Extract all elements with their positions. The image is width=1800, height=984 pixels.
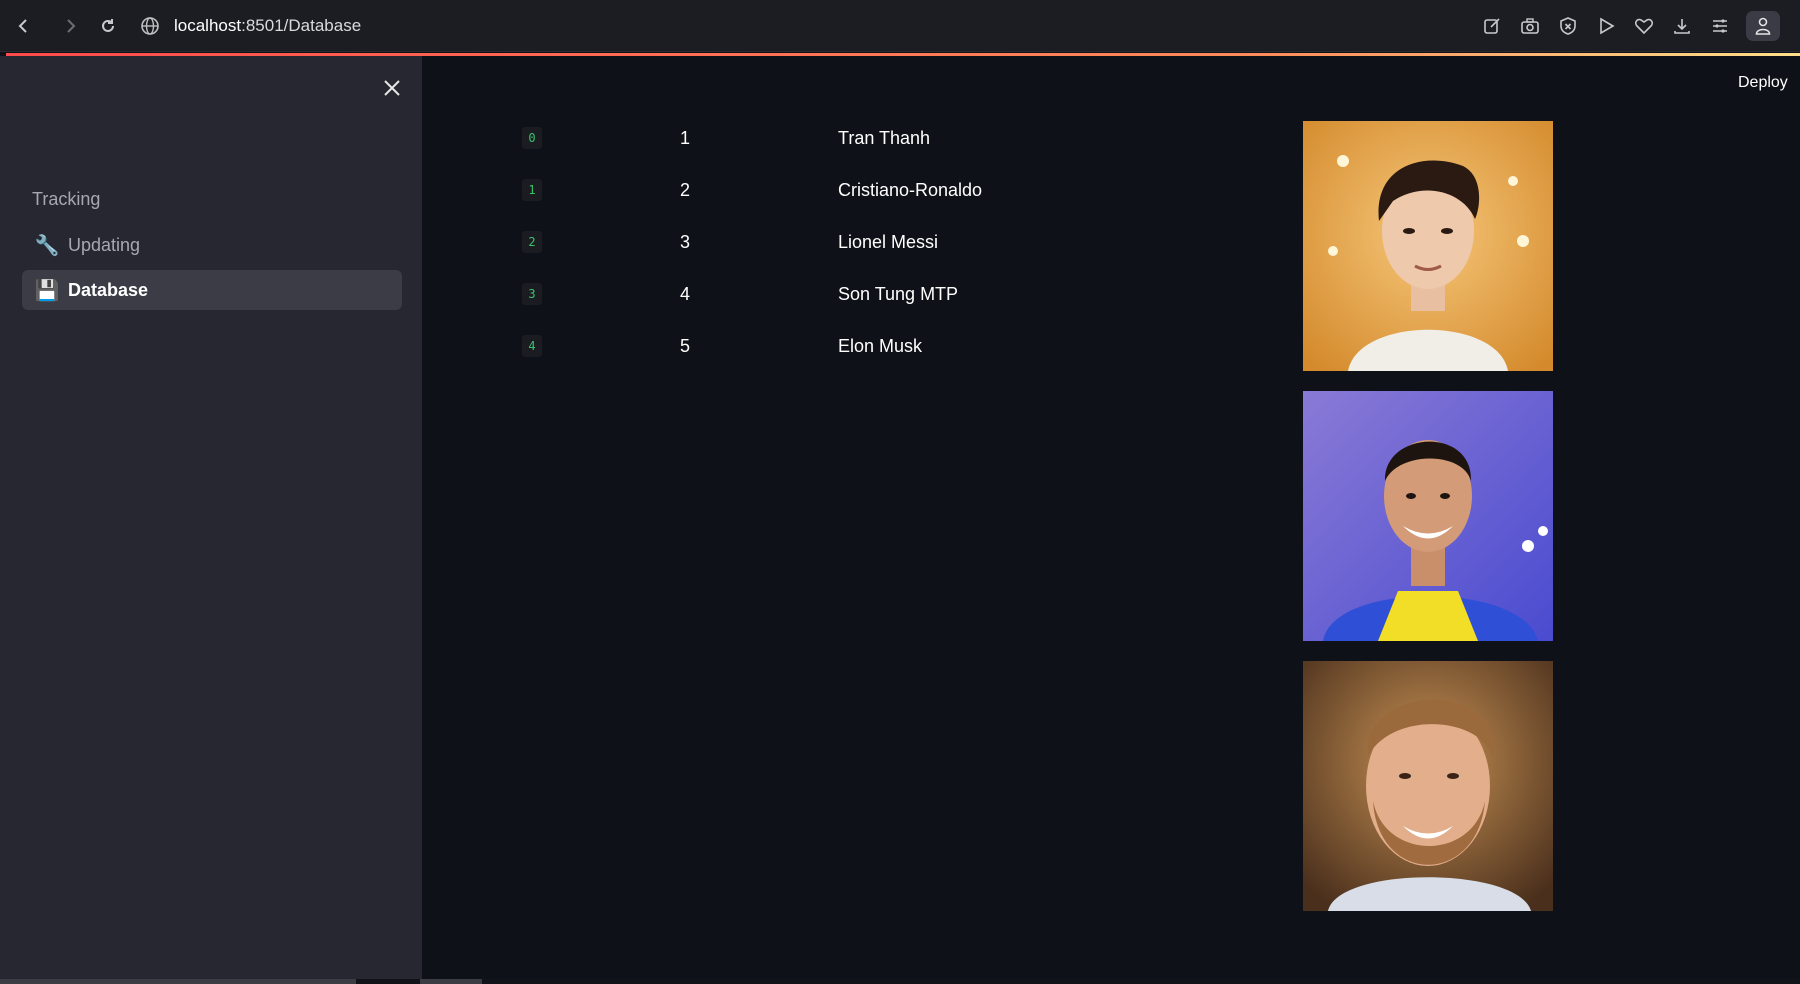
sidebar-scrollbar-thumb[interactable] [0, 979, 356, 984]
wrench-icon: 🔧 [34, 234, 60, 257]
row-index: 2 [522, 231, 542, 253]
profile-icon[interactable] [1746, 11, 1780, 41]
row-index: 3 [522, 283, 542, 305]
browser-toolbar: localhost:8501/Database [0, 0, 1800, 52]
person-photo [1303, 391, 1553, 641]
sidebar-item-label: Updating [68, 234, 141, 255]
row-id: 2 [680, 179, 691, 200]
row-id: 5 [680, 335, 691, 356]
sidebar: Tracking 🔧 Updating 💾 Database [0, 56, 422, 984]
address-bar[interactable]: localhost:8501/Database [140, 10, 361, 42]
camera-icon[interactable] [1518, 14, 1542, 38]
row-id: 3 [680, 231, 691, 252]
menu-icon[interactable] [1708, 14, 1732, 38]
reload-icon[interactable] [94, 12, 122, 40]
browser-extensions [1480, 10, 1780, 42]
globe-icon [141, 17, 159, 35]
row-index: 1 [522, 179, 542, 201]
row-name: Elon Musk [838, 335, 923, 356]
table-row: 0 1 Tran Thanh [510, 116, 1410, 160]
table-row: 2 3 Lionel Messi [510, 220, 1410, 264]
person-photo [1303, 121, 1553, 371]
play-icon[interactable] [1594, 14, 1618, 38]
main-scrollbar-thumb[interactable] [420, 979, 482, 984]
back-icon[interactable] [10, 12, 38, 40]
row-index: 0 [522, 127, 542, 149]
row-id: 4 [680, 283, 691, 304]
floppy-disk-icon: 💾 [34, 279, 60, 302]
table-row: 4 5 Elon Musk [510, 324, 1410, 368]
row-name: Son Tung MTP [838, 283, 959, 304]
person-photo [1303, 661, 1553, 911]
row-index: 4 [522, 335, 542, 357]
table-row: 1 2 Cristiano-Ronaldo [510, 168, 1410, 212]
sidebar-item-label: Database [68, 279, 149, 300]
heart-icon[interactable] [1632, 14, 1656, 38]
row-name: Lionel Messi [838, 231, 939, 252]
row-id: 1 [680, 127, 691, 148]
url-text: localhost:8501/Database [174, 16, 362, 35]
sidebar-item-updating[interactable]: 🔧 Updating [22, 225, 402, 265]
row-name: Tran Thanh [838, 127, 931, 148]
forward-icon[interactable] [56, 12, 84, 40]
deploy-button[interactable]: Deploy [1738, 74, 1788, 92]
close-icon [384, 80, 400, 96]
sidebar-item-tracking[interactable]: Tracking [32, 189, 100, 210]
close-sidebar-button[interactable] [378, 74, 406, 102]
sidebar-item-database[interactable]: 💾 Database [22, 270, 402, 310]
table-row: 3 4 Son Tung MTP [510, 272, 1410, 316]
edit-icon[interactable] [1480, 14, 1504, 38]
download-icon[interactable] [1670, 14, 1694, 38]
shield-icon[interactable] [1556, 14, 1580, 38]
row-name: Cristiano-Ronaldo [838, 179, 983, 200]
